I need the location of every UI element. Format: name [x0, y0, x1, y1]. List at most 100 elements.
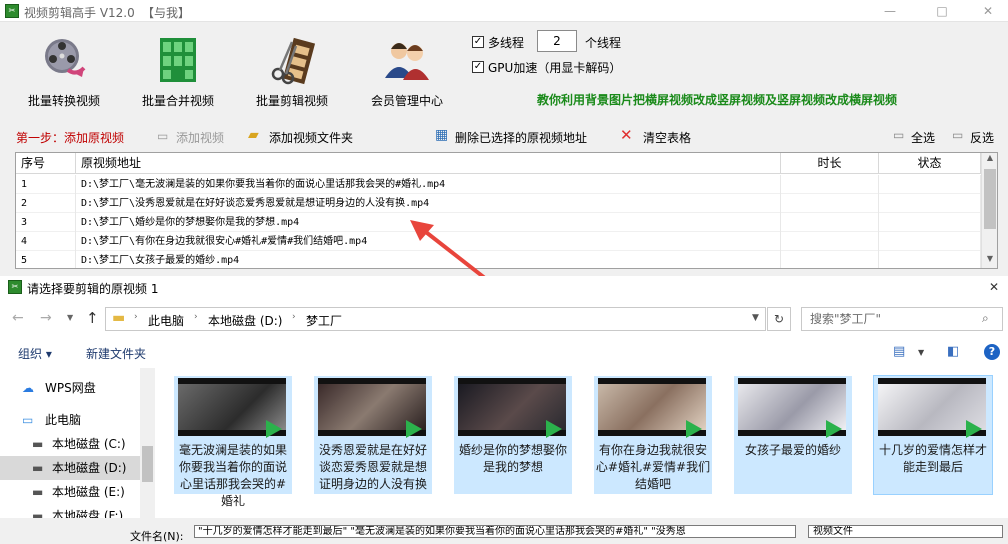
filename-input[interactable]: "十几岁的爱情怎样才能走到最后" "毫无波澜是装的如果你要我当着你的面说心里话那… — [194, 525, 796, 538]
drive-icon: ▬ — [32, 437, 44, 451]
col-header-status[interactable]: 状态 — [879, 153, 981, 174]
add-folder-button[interactable]: 添加视频文件夹 — [269, 129, 353, 146]
file-name: 女孩子最爱的婚纱 — [744, 443, 841, 457]
nav-label: 本地磁盘 (C:) — [52, 437, 126, 451]
play-icon — [826, 420, 842, 438]
crumb-this-pc[interactable]: 此电脑 — [148, 312, 184, 329]
cell-no: 3 — [16, 213, 76, 232]
select-all-icon: ▭ — [893, 128, 905, 142]
drive-icon: ▬ — [32, 509, 44, 518]
file-name: 没秀恩爱就是在好好谈恋爱秀恩爱就是想证明身边的人没有换 — [318, 443, 427, 491]
delete-list-icon: ▦ — [435, 127, 449, 143]
chevron-down-icon[interactable]: ▼ — [752, 313, 759, 323]
nav-scroll-thumb[interactable] — [142, 446, 153, 482]
thread-count-input[interactable]: 2 — [537, 30, 577, 52]
search-icon: ⌕ — [982, 311, 989, 325]
col-header-no[interactable]: 序号 — [16, 153, 76, 174]
scroll-down-icon[interactable]: ▼ — [982, 254, 997, 268]
close-button[interactable]: ✕ — [978, 3, 998, 19]
organize-button[interactable]: 组织 ▾ — [18, 345, 52, 362]
search-input[interactable]: 搜索"梦工厂" — [801, 307, 1003, 331]
table-scrollbar[interactable]: ▲ ▼ — [981, 153, 997, 268]
member-center-button[interactable]: 会员管理中心 — [359, 34, 455, 109]
scroll-thumb[interactable] — [984, 169, 996, 229]
cell-path: D:\梦工厂\毫无波澜是装的如果你要我当着你的面说心里话那我会哭的#婚礼.mp4 — [76, 175, 781, 194]
batch-merge-button[interactable]: 批量合并视频 — [130, 34, 226, 109]
merge-grid-icon — [152, 34, 204, 86]
file-item[interactable]: 婚纱是你的梦想娶你是我的梦想 — [454, 376, 572, 494]
back-icon[interactable]: ← — [12, 310, 24, 326]
command-bar — [0, 338, 1008, 368]
cell-duration — [781, 175, 879, 194]
table-row[interactable]: 2 D:\梦工厂\没秀恩爱就是在好好谈恋爱秀恩爱就是想证明身边的人没有换.mp4 — [16, 194, 981, 213]
add-video-button[interactable]: 添加视频 — [176, 129, 224, 146]
file-name: 婚纱是你的梦想娶你是我的梦想 — [458, 443, 567, 474]
file-item[interactable]: 没秀恩爱就是在好好谈恋爱秀恩爱就是想证明身边的人没有换 — [314, 376, 432, 494]
table-row[interactable]: 1 D:\梦工厂\毫无波澜是装的如果你要我当着你的面说心里话那我会哭的#婚礼.mp… — [16, 175, 981, 194]
clear-icon: ✕ — [620, 126, 633, 144]
multithread-label: 多线程 — [488, 36, 525, 50]
folder-icon: ▬ — [112, 310, 126, 326]
select-all-button[interactable]: 全选 — [911, 129, 935, 146]
minimize-button[interactable]: — — [880, 3, 900, 19]
play-icon — [406, 420, 422, 438]
nav-drive-d[interactable]: ▬ 本地磁盘 (D:) — [0, 456, 140, 480]
dialog-app-icon: ✂ — [8, 280, 22, 294]
file-item[interactable]: 女孩子最爱的婚纱 — [734, 376, 852, 494]
crumb-folder[interactable]: 梦工厂 — [306, 312, 342, 329]
drive-icon: ▬ — [32, 461, 44, 475]
cell-status — [879, 251, 981, 268]
filetype-select[interactable]: 视频文件 — [808, 525, 1003, 538]
dialog-close-button[interactable]: ✕ — [984, 279, 1004, 295]
play-icon — [966, 420, 982, 438]
multithread-checkbox[interactable]: ✓ — [472, 36, 484, 48]
cloud-icon: ☁ — [22, 381, 34, 395]
promo-link[interactable]: 教你利用背景图片把横屏视频改成竖屏视频及竖屏视频改成横屏视频 — [537, 91, 897, 108]
nav-label: 此电脑 — [45, 413, 82, 427]
help-icon[interactable]: ? — [984, 344, 1000, 360]
window-tag: 【与我】 — [142, 6, 191, 20]
col-header-duration[interactable]: 时长 — [781, 153, 879, 174]
play-icon — [266, 420, 282, 438]
nav-drive-f[interactable]: ▬ 本地磁盘 (F:) — [0, 504, 140, 518]
col-header-path[interactable]: 原视频地址 — [76, 153, 781, 174]
batch-edit-button[interactable]: 批量剪辑视频 — [244, 34, 340, 109]
view-icon[interactable]: ▤ — [893, 344, 905, 359]
cell-no: 5 — [16, 251, 76, 268]
batch-convert-button[interactable]: 批量转换视频 — [16, 34, 112, 109]
nav-drive-e[interactable]: ▬ 本地磁盘 (E:) — [0, 480, 140, 504]
computer-icon: ▭ — [22, 413, 34, 427]
view-dropdown-icon[interactable]: ▼ — [918, 348, 924, 357]
cell-duration — [781, 213, 879, 232]
maximize-button[interactable]: □ — [932, 3, 952, 19]
nav-label: 本地磁盘 (E:) — [52, 485, 125, 499]
gpu-checkbox[interactable]: ✓ — [472, 61, 484, 73]
delete-selected-button[interactable]: 删除已选择的原视频地址 — [455, 129, 587, 146]
scroll-up-icon[interactable]: ▲ — [982, 153, 997, 167]
forward-icon[interactable]: → — [40, 310, 52, 326]
clear-table-button[interactable]: 清空表格 — [643, 129, 691, 146]
nav-wps-cloud[interactable]: ☁ WPS网盘 — [0, 376, 140, 400]
nav-label: 本地磁盘 (F:) — [52, 509, 124, 518]
invert-button[interactable]: 反选 — [970, 129, 994, 146]
nav-scrollbar[interactable] — [140, 368, 155, 518]
file-item[interactable]: 十几岁的爱情怎样才能走到最后 — [873, 375, 993, 495]
nav-pane: ☁ WPS网盘 ▭ 此电脑 ▬ 本地磁盘 (C:) ▬ 本地磁盘 (D:) ▬ 本地磁盘 … — [0, 368, 155, 518]
dialog-title: 请选择要剪辑的原视频 1 — [27, 282, 159, 296]
file-item[interactable]: 毫无波澜是装的如果你要我当着你的面说心里话那我会哭的#婚礼 — [174, 376, 292, 508]
recent-dropdown-icon[interactable]: ▼ — [67, 313, 73, 322]
window-title: 视频剪辑高手 V12.0 — [24, 6, 135, 20]
refresh-icon[interactable]: ↻ — [767, 307, 791, 331]
up-icon[interactable]: ↑ — [86, 309, 99, 327]
step1-label: 第一步：添加原视频 — [16, 131, 125, 145]
member-center-label: 会员管理中心 — [370, 94, 443, 108]
preview-pane-icon[interactable]: ◧ — [947, 344, 959, 359]
cell-status — [879, 232, 981, 251]
new-folder-button[interactable]: 新建文件夹 — [86, 345, 146, 362]
crumb-drive-d[interactable]: 本地磁盘 (D:) — [208, 312, 282, 329]
file-item[interactable]: 有你在身边我就很安心#婚礼#爱情#我们结婚吧 — [594, 376, 712, 494]
nav-this-pc[interactable]: ▭ 此电脑 — [0, 408, 140, 432]
nav-drive-c[interactable]: ▬ 本地磁盘 (C:) — [0, 432, 140, 456]
breadcrumb[interactable]: ▬ › 此电脑 › 本地磁盘 (D:) › 梦工厂 ▼ — [105, 307, 766, 331]
chevron-right-icon: › — [292, 312, 296, 322]
